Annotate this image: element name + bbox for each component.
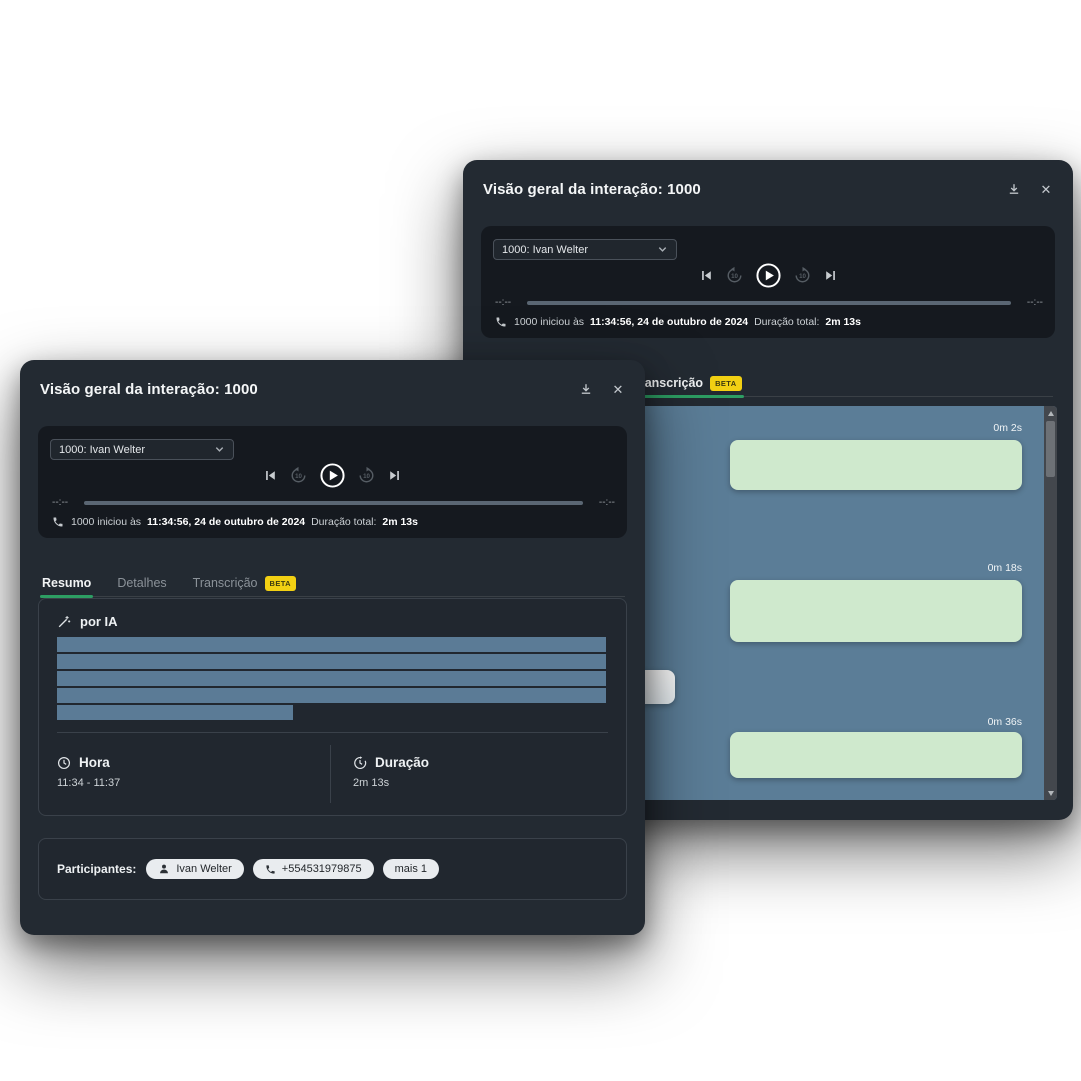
svg-text:10: 10 (799, 273, 806, 280)
tab-transcricao[interactable]: Transcrição BETA (191, 570, 298, 596)
play-icon[interactable] (319, 462, 346, 489)
message-bubble[interactable] (730, 440, 1022, 490)
close-icon[interactable]: ✕ (609, 380, 627, 398)
elapsed-time: --:-- (495, 297, 511, 308)
rewind-10-icon[interactable]: 10 (289, 466, 308, 485)
time-value: 11:34 - 11:37 (57, 777, 312, 789)
ai-summary-label: por IA (80, 614, 118, 629)
seek-bar[interactable] (527, 301, 1011, 305)
redacted-line (57, 705, 293, 720)
duration-section: Duração 2m 13s (330, 745, 626, 803)
rewind-10-icon[interactable]: 10 (725, 266, 744, 285)
tab-bar: Resumo Detalhes Transcrição BETA (40, 570, 625, 597)
person-icon (158, 863, 170, 875)
scroll-down-icon[interactable] (1044, 787, 1057, 799)
modal-header: Visão geral da interação: 1000 ✕ (40, 380, 627, 398)
audio-player: 1000: Ivan Welter 10 10 (38, 426, 627, 538)
remaining-time: --:-- (599, 497, 615, 508)
message-timestamp: 0m 36s (988, 716, 1022, 728)
tab-resumo[interactable]: Resumo (40, 570, 93, 596)
clock-icon (57, 756, 71, 770)
divider (57, 732, 608, 733)
skip-to-start-icon[interactable] (263, 468, 278, 483)
message-bubble[interactable] (730, 732, 1022, 778)
phone-icon (265, 864, 276, 875)
download-icon[interactable] (1005, 180, 1023, 198)
channel-select[interactable]: 1000: Ivan Welter (50, 439, 234, 460)
timer-icon (353, 756, 367, 770)
skip-to-end-icon[interactable] (387, 468, 402, 483)
close-icon[interactable]: ✕ (1037, 180, 1055, 198)
time-section: Hora 11:34 - 11:37 (39, 745, 330, 803)
channel-select[interactable]: 1000: Ivan Welter (493, 239, 677, 260)
message-timestamp: 0m 2s (993, 422, 1022, 434)
message-timestamp: 0m 18s (988, 562, 1022, 574)
participant-chip[interactable]: Ivan Welter (146, 859, 243, 879)
svg-text:10: 10 (295, 473, 302, 480)
redacted-line (57, 637, 606, 652)
tab-transcricao[interactable]: Transcrição BETA (631, 370, 744, 396)
scrollbar[interactable] (1044, 406, 1057, 800)
redacted-line (57, 671, 606, 686)
modal-header: Visão geral da interação: 1000 ✕ (483, 180, 1055, 198)
forward-10-icon[interactable]: 10 (793, 266, 812, 285)
beta-badge: BETA (710, 376, 741, 391)
forward-10-icon[interactable]: 10 (357, 466, 376, 485)
scroll-up-icon[interactable] (1044, 407, 1057, 419)
magic-wand-icon (57, 615, 71, 629)
participants-label: Participantes: (57, 862, 136, 876)
more-participants-chip[interactable]: mais 1 (383, 859, 439, 879)
skip-to-end-icon[interactable] (823, 268, 838, 283)
chevron-down-icon (657, 244, 668, 255)
scrollbar-thumb[interactable] (1046, 421, 1055, 477)
page-title: Visão geral da interação: 1000 (483, 181, 701, 198)
canvas: Visão geral da interação: 1000 ✕ 1000: I… (0, 0, 1081, 1081)
beta-badge: BETA (265, 576, 296, 591)
call-info: 1000 iniciou às 11:34:56, 24 de outubro … (495, 316, 1043, 328)
interaction-overview-modal-front: Visão geral da interação: 1000 ✕ 1000: I… (20, 360, 645, 935)
channel-select-value: 1000: Ivan Welter (59, 444, 145, 456)
tab-detalhes[interactable]: Detalhes (115, 570, 168, 596)
redacted-line (57, 688, 606, 703)
duration-value: 2m 13s (353, 777, 608, 789)
audio-player: 1000: Ivan Welter 10 10 (481, 226, 1055, 338)
chevron-down-icon (214, 444, 225, 455)
time-label: Hora (79, 755, 110, 770)
redacted-line (57, 654, 606, 669)
redacted-summary-text (57, 637, 606, 722)
channel-select-value: 1000: Ivan Welter (502, 244, 588, 256)
summary-card: por IA Hora 11:34 - 11:37 (38, 598, 627, 816)
phone-icon (52, 516, 64, 528)
elapsed-time: --:-- (52, 497, 68, 508)
skip-to-start-icon[interactable] (699, 268, 714, 283)
phone-icon (495, 316, 507, 328)
call-info: 1000 iniciou às 11:34:56, 24 de outubro … (52, 516, 615, 528)
svg-text:10: 10 (731, 273, 738, 280)
participant-chip[interactable]: +554531979875 (253, 859, 374, 879)
seek-bar[interactable] (84, 501, 583, 505)
remaining-time: --:-- (1027, 297, 1043, 308)
message-bubble[interactable] (730, 580, 1022, 642)
participants-card: Participantes: Ivan Welter +554531979875… (38, 838, 627, 900)
play-icon[interactable] (755, 262, 782, 289)
svg-text:10: 10 (363, 473, 370, 480)
download-icon[interactable] (577, 380, 595, 398)
duration-label: Duração (375, 755, 429, 770)
page-title: Visão geral da interação: 1000 (40, 381, 258, 398)
